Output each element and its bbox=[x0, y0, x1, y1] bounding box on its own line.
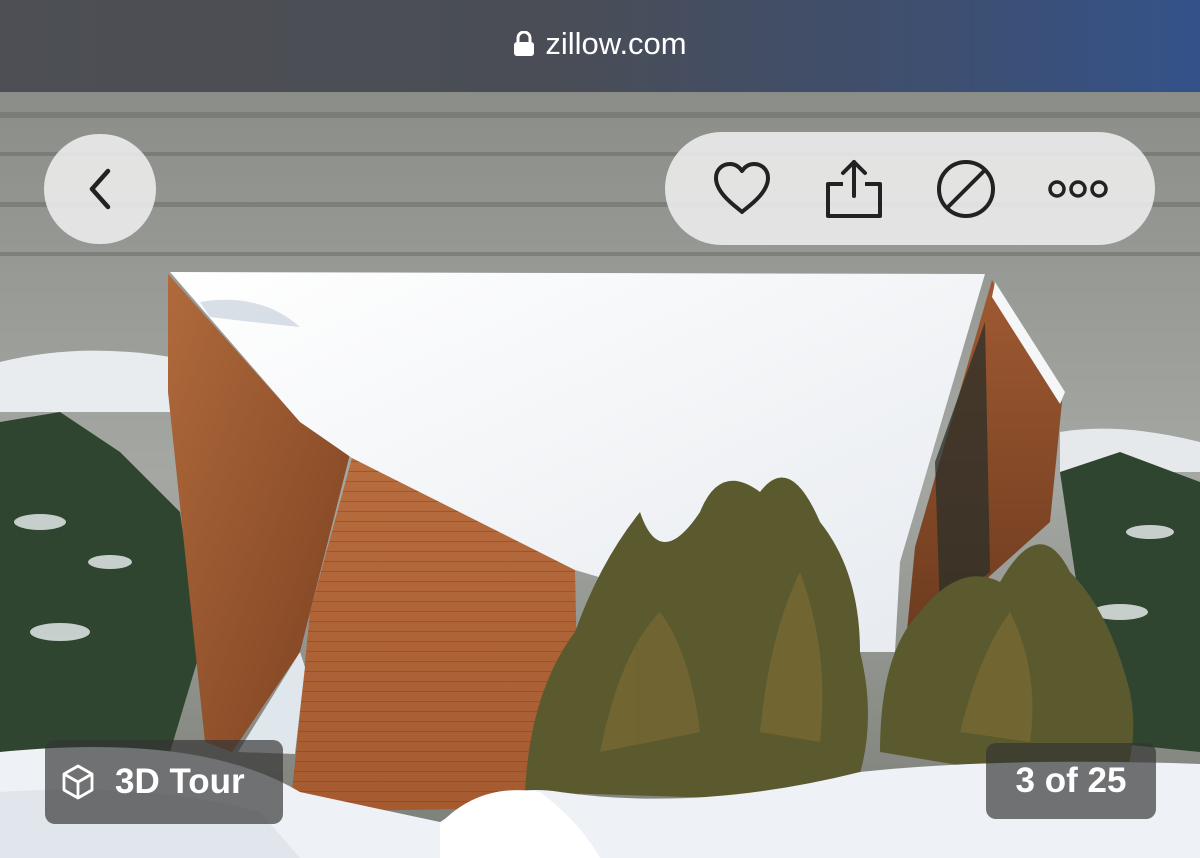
3d-tour-button[interactable]: 3D Tour bbox=[45, 740, 283, 824]
back-button[interactable] bbox=[44, 134, 156, 244]
lock-icon bbox=[514, 31, 535, 56]
hide-button[interactable] bbox=[931, 154, 1001, 224]
share-button[interactable] bbox=[819, 154, 889, 224]
url-text: zillow.com bbox=[545, 26, 687, 61]
cube-icon bbox=[62, 764, 94, 800]
share-icon bbox=[826, 160, 882, 218]
heart-icon bbox=[714, 162, 770, 214]
photo-actions-bar bbox=[665, 132, 1155, 245]
save-button[interactable] bbox=[707, 154, 777, 224]
3d-tour-label: 3D Tour bbox=[115, 762, 245, 801]
browser-address-bar[interactable]: zillow.com bbox=[0, 0, 1200, 92]
chevron-left-icon bbox=[89, 168, 111, 210]
photo-counter: 3 of 25 bbox=[986, 743, 1156, 819]
hide-icon bbox=[937, 160, 995, 218]
more-icon bbox=[1048, 180, 1108, 198]
listing-photo[interactable]: 3D Tour 3 of 25 bbox=[0, 92, 1200, 858]
url-display[interactable]: zillow.com bbox=[513, 26, 687, 62]
more-button[interactable] bbox=[1043, 154, 1113, 224]
